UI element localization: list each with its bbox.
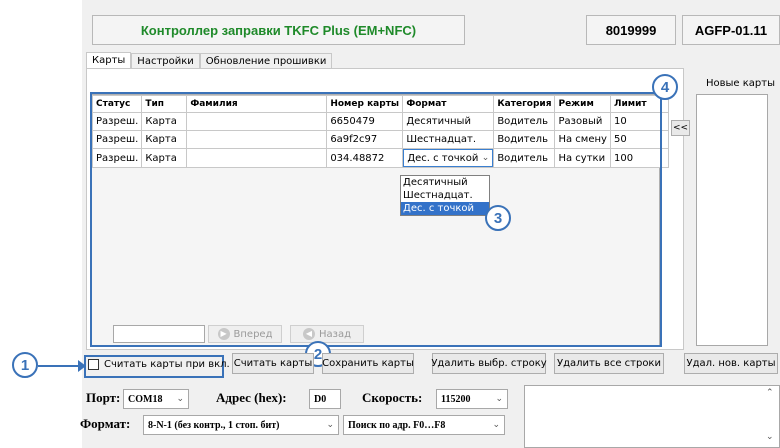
device-model: AGFP-01.11 xyxy=(682,15,780,45)
delete-new-cards-button[interactable]: Удал. нов. карты xyxy=(684,353,778,374)
app-title: Контроллер заправки TKFC Plus (EM+NFC) xyxy=(92,15,465,45)
tab-firmware-update[interactable]: Обновление прошивки xyxy=(199,53,333,69)
tab-cards[interactable]: Карты xyxy=(86,52,132,69)
address-input[interactable]: D0 xyxy=(309,389,341,409)
speed-value: 115200 xyxy=(441,393,471,405)
port-label: Порт: xyxy=(86,390,121,405)
address-label: Адрес (hex): xyxy=(216,390,287,405)
callout-4: 4 xyxy=(652,74,678,100)
address-search-value: Поиск по адр. F0…F8 xyxy=(348,419,446,431)
arrow-1-head xyxy=(78,360,86,372)
read-on-power-checkbox[interactable]: Считать карты при вкл. xyxy=(88,359,230,370)
address-value: D0 xyxy=(314,393,327,405)
callout-1: 1 xyxy=(12,352,38,378)
new-cards-label: Новые карты xyxy=(706,78,775,89)
port-value: COM18 xyxy=(128,393,163,405)
speed-label: Скорость: xyxy=(362,390,423,405)
chevron-down-icon[interactable]: ⌄ xyxy=(176,394,184,404)
read-cards-button[interactable]: Считать карты xyxy=(232,353,314,374)
speed-select[interactable]: 115200 ⌄ xyxy=(436,389,508,409)
address-search-select[interactable]: Поиск по адр. F0…F8 ⌄ xyxy=(343,415,505,435)
chevron-down-icon[interactable]: ⌄ xyxy=(495,394,503,404)
delete-selected-row-button[interactable]: Удалить выбр. строку xyxy=(431,353,547,374)
tab-settings[interactable]: Настройки xyxy=(131,53,200,69)
callout-3: 3 xyxy=(485,205,511,231)
new-cards-list[interactable] xyxy=(696,94,768,346)
move-to-table-button[interactable]: << xyxy=(671,120,690,136)
highlight-table xyxy=(90,92,662,347)
serial-number: 8019999 xyxy=(586,15,676,45)
log-textarea[interactable] xyxy=(524,385,780,448)
port-select[interactable]: COM18 ⌄ xyxy=(123,389,189,409)
chevron-down-icon[interactable]: ⌄ xyxy=(326,420,334,430)
tab-bar: Карты Настройки Обновление прошивки xyxy=(86,52,333,69)
scrollbar-down-icon[interactable]: ⌄ xyxy=(766,432,774,442)
chevron-down-icon[interactable]: ⌄ xyxy=(492,420,500,430)
scrollbar-up-icon[interactable]: ⌃ xyxy=(766,388,774,398)
checkbox-icon[interactable] xyxy=(88,359,99,370)
delete-all-rows-button[interactable]: Удалить все строки xyxy=(554,353,664,374)
save-cards-button[interactable]: Сохранить карты xyxy=(322,353,414,374)
format-label: Формат: xyxy=(80,416,131,431)
frame-format-select[interactable]: 8-N-1 (без контр., 1 стоп. бит) ⌄ xyxy=(143,415,339,435)
read-on-power-label: Считать карты при вкл. xyxy=(104,359,230,370)
frame-format-value: 8-N-1 (без контр., 1 стоп. бит) xyxy=(148,419,280,431)
